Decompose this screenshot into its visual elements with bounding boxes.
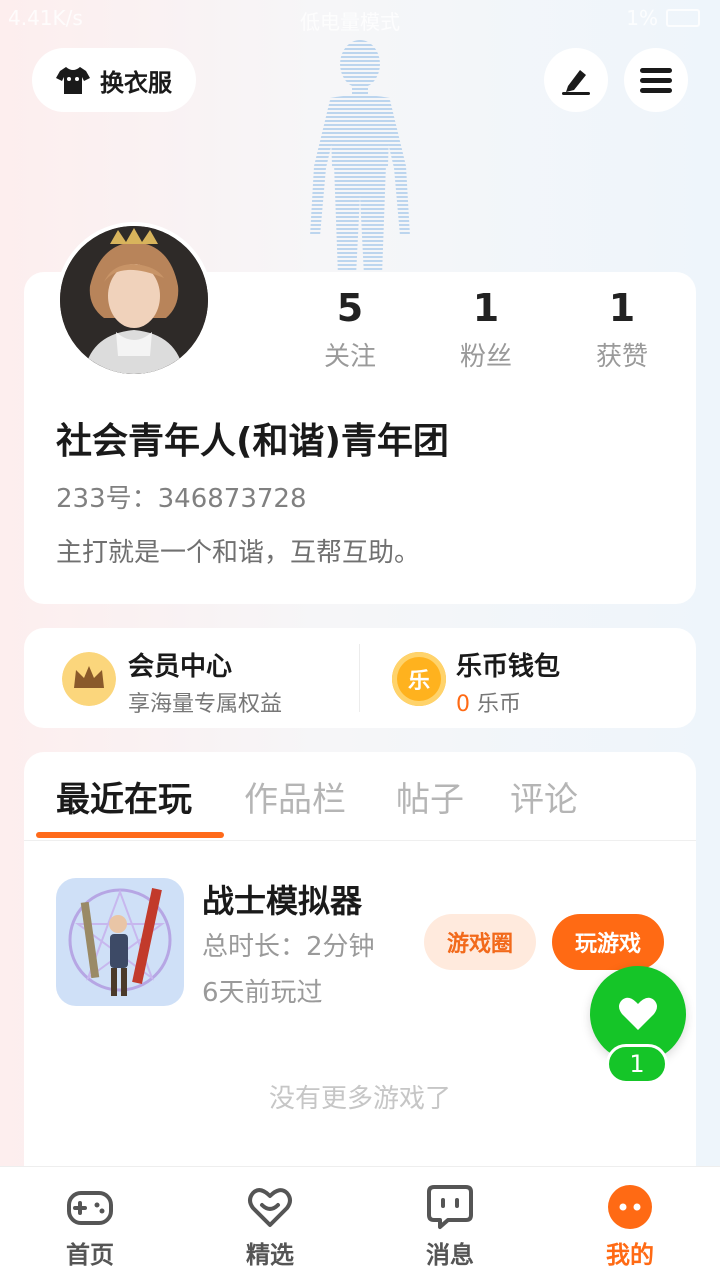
face-icon bbox=[608, 1185, 652, 1229]
no-more-games-text: 没有更多游戏了 bbox=[268, 1084, 451, 1114]
play-game-button[interactable]: 玩游戏 bbox=[552, 914, 664, 970]
tabs-divider bbox=[24, 840, 696, 841]
nav-me[interactable]: 我的 bbox=[540, 1167, 720, 1280]
chat-icon bbox=[427, 1185, 473, 1229]
coin-unit: 乐币 bbox=[477, 692, 522, 717]
menu-button[interactable] bbox=[624, 48, 688, 112]
like-fab-badge: 1 bbox=[606, 1044, 668, 1084]
member-center-subtitle: 享海量专属权益 bbox=[128, 692, 283, 717]
nav-featured[interactable]: 精选 bbox=[180, 1167, 360, 1280]
change-outfit-label: 换衣服 bbox=[100, 68, 172, 97]
crown-icon bbox=[62, 652, 116, 706]
tab-comments[interactable]: 评论 bbox=[510, 772, 578, 821]
stat-following[interactable]: 5 关注 bbox=[290, 286, 410, 373]
shirt-icon bbox=[56, 67, 90, 94]
change-outfit-button[interactable]: 换衣服 bbox=[32, 48, 196, 112]
tab-recently-played[interactable]: 最近在玩 bbox=[56, 772, 192, 821]
wallet-card: 会员中心 享海量专属权益 乐 乐币钱包 0 乐币 bbox=[24, 628, 696, 728]
nav-home[interactable]: 首页 bbox=[0, 1167, 180, 1280]
stat-fans[interactable]: 1 粉丝 bbox=[426, 286, 546, 373]
following-count: 5 bbox=[336, 286, 364, 330]
battery-status: 1% bbox=[626, 6, 700, 30]
edit-profile-button[interactable] bbox=[544, 48, 608, 112]
nav-messages[interactable]: 消息 bbox=[360, 1167, 540, 1280]
fans-count: 1 bbox=[472, 286, 500, 330]
coin-icon: 乐 bbox=[392, 652, 446, 706]
following-label: 关注 bbox=[323, 342, 376, 372]
fans-label: 粉丝 bbox=[459, 342, 512, 372]
heart-icon bbox=[619, 997, 657, 1030]
profile-bio: 主打就是一个和谐，互帮互助。 bbox=[56, 538, 421, 568]
nav-messages-label: 消息 bbox=[426, 1241, 474, 1269]
profile-stats: 5 关注 1 粉丝 1 获赞 bbox=[290, 286, 690, 376]
likes-count: 1 bbox=[608, 286, 636, 330]
coin-balance: 0 乐币 bbox=[456, 686, 521, 718]
network-speed: 4.41K/s bbox=[8, 6, 83, 30]
game-last-played: 6天前玩过 bbox=[202, 978, 323, 1008]
profile-user-id[interactable]: 233号：346873728 bbox=[56, 478, 307, 515]
coin-wallet-title: 乐币钱包 bbox=[456, 652, 561, 682]
bottom-nav: 首页 精选 消息 我的 bbox=[0, 1166, 720, 1280]
coin-amount: 0 bbox=[456, 692, 470, 717]
pen-icon bbox=[562, 70, 590, 95]
game-circle-button[interactable]: 游戏圈 bbox=[424, 914, 536, 970]
gamepad-icon bbox=[67, 1191, 113, 1225]
hamburger-icon bbox=[640, 68, 672, 93]
avatar[interactable] bbox=[56, 222, 212, 378]
content-tabs-card: 最近在玩 作品栏 帖子 评论 战士模拟器 总时长：2分钟 6天前玩过 游戏圈 玩… bbox=[24, 752, 696, 1172]
active-tab-indicator bbox=[36, 832, 224, 838]
status-bar: 4.41K/s 低电量模式 1% bbox=[0, 0, 720, 36]
battery-percent: 1% bbox=[626, 6, 658, 30]
profile-nickname: 社会青年人(和谐)青年团 bbox=[56, 421, 449, 462]
member-center-title: 会员中心 bbox=[128, 652, 233, 682]
nav-home-label: 首页 bbox=[66, 1241, 114, 1269]
member-center-entry[interactable]: 会员中心 享海量专属权益 bbox=[24, 628, 359, 728]
stat-likes[interactable]: 1 获赞 bbox=[562, 286, 682, 373]
heart-icon bbox=[248, 1188, 292, 1227]
game-total-duration: 总时长：2分钟 bbox=[202, 932, 375, 962]
power-mode: 低电量模式 bbox=[300, 10, 400, 34]
avatar-figure-illustration[interactable] bbox=[290, 36, 430, 276]
tab-posts[interactable]: 帖子 bbox=[396, 772, 464, 821]
tab-works[interactable]: 作品栏 bbox=[244, 772, 346, 821]
avatar-portrait-image bbox=[60, 226, 208, 374]
nav-me-label: 我的 bbox=[606, 1241, 654, 1269]
nav-featured-label: 精选 bbox=[246, 1241, 294, 1269]
likes-label: 获赞 bbox=[595, 342, 648, 372]
battery-icon bbox=[666, 9, 700, 27]
coin-wallet-entry[interactable]: 乐 乐币钱包 0 乐币 bbox=[360, 628, 696, 728]
game-icon[interactable] bbox=[56, 878, 184, 1006]
game-title[interactable]: 战士模拟器 bbox=[202, 876, 362, 922]
